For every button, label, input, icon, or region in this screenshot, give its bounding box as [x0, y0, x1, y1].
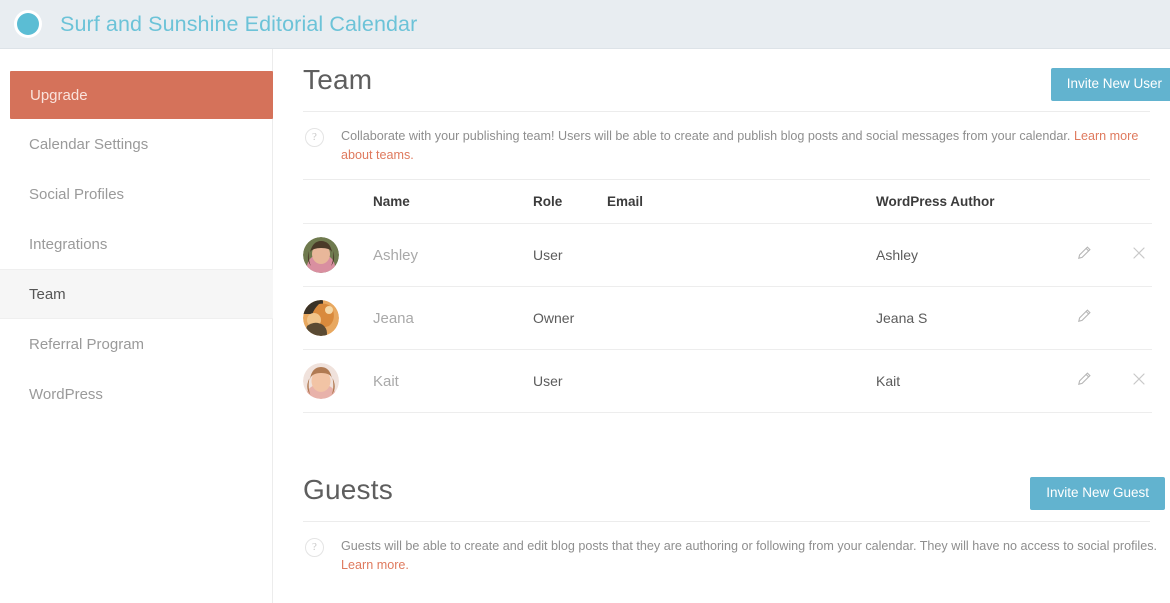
invite-new-guest-button[interactable]: Invite New Guest [1030, 477, 1165, 510]
sidebar-item-team[interactable]: Team [0, 269, 273, 319]
guests-section: Guests Invite New Guest ? Guests will be… [303, 459, 1170, 589]
table-row: Kait User Kait [303, 350, 1152, 413]
page-title: Surf and Sunshine Editorial Calendar [60, 11, 418, 36]
avatar [303, 237, 339, 273]
table-header-row: Name Role Email WordPress Author [303, 180, 1152, 224]
team-note-text: Collaborate with your publishing team! U… [341, 127, 1163, 165]
column-header-email: Email [607, 194, 644, 209]
avatar-cell [303, 300, 373, 336]
main-content: Team Invite New User ? Collaborate with … [273, 49, 1170, 603]
guests-section-header: Guests Invite New Guest [303, 459, 1170, 521]
close-x-icon[interactable] [1131, 371, 1147, 387]
guests-note-text: Guests will be able to create and edit b… [341, 537, 1163, 575]
sidebar-item-label: Integrations [29, 235, 108, 253]
circle-logo-icon [17, 13, 39, 35]
avatar [303, 363, 339, 399]
sidebar-item-label: Calendar Settings [29, 135, 149, 153]
sidebar-item-label: Upgrade [30, 86, 88, 104]
column-header-role: Role [533, 194, 563, 209]
sidebar-nav: Upgrade Calendar Settings Social Profile… [0, 49, 273, 603]
learn-more-link[interactable]: Learn more. [341, 558, 409, 572]
cell-name: Ashley [373, 246, 419, 264]
edit-cell [1056, 245, 1111, 266]
cell-role: User [533, 373, 563, 389]
sidebar-item-wordpress[interactable]: WordPress [0, 369, 272, 419]
app-header: Surf and Sunshine Editorial Calendar [0, 0, 1170, 49]
pencil-edit-icon[interactable] [1076, 371, 1092, 387]
table-row: Ashley User Ashley [303, 224, 1152, 287]
cell-role: User [533, 247, 563, 263]
sidebar-item-calendar-settings[interactable]: Calendar Settings [0, 119, 272, 169]
team-section-header: Team Invite New User [303, 49, 1170, 111]
close-x-icon[interactable] [1131, 245, 1147, 261]
column-header-wordpress-author: WordPress Author [876, 194, 995, 209]
sidebar-item-upgrade[interactable]: Upgrade [10, 71, 273, 119]
team-note-body: Collaborate with your publishing team! U… [341, 129, 1074, 143]
cell-name: Kait [373, 372, 399, 390]
sidebar-item-label: Referral Program [29, 335, 145, 353]
invite-new-user-button[interactable]: Invite New User [1050, 68, 1170, 101]
cell-wordpress-author: Jeana S [876, 310, 928, 326]
cell-wordpress-author: Ashley [876, 247, 919, 263]
sidebar-item-integrations[interactable]: Integrations [0, 219, 272, 269]
avatar-cell [303, 363, 373, 399]
edit-cell [1056, 371, 1111, 392]
delete-cell [1111, 245, 1166, 266]
guests-info-note: ? Guests will be able to create and edit… [303, 522, 1170, 589]
team-title: Team [303, 64, 373, 95]
cell-wordpress-author: Kait [876, 373, 901, 389]
guests-title: Guests [303, 474, 393, 505]
question-mark-icon: ? [305, 128, 324, 147]
cell-role: Owner [533, 310, 575, 326]
delete-cell [1111, 371, 1166, 392]
question-mark-icon: ? [305, 538, 324, 557]
sidebar-item-referral-program[interactable]: Referral Program [0, 319, 272, 369]
sidebar-item-label: WordPress [29, 385, 103, 403]
column-header-name: Name [373, 194, 410, 209]
sidebar-item-label: Team [29, 285, 66, 303]
team-info-note: ? Collaborate with your publishing team!… [303, 112, 1170, 179]
table-row: Jeana Owner Jeana S [303, 287, 1152, 350]
pencil-edit-icon[interactable] [1076, 245, 1092, 261]
sidebar-item-social-profiles[interactable]: Social Profiles [0, 169, 272, 219]
edit-cell [1056, 308, 1111, 329]
avatar-cell [303, 237, 373, 273]
avatar [303, 300, 339, 336]
sidebar-item-label: Social Profiles [29, 185, 125, 203]
pencil-edit-icon[interactable] [1076, 308, 1092, 324]
team-table: Name Role Email WordPress Author Ashley … [303, 180, 1152, 413]
app-root: Surf and Sunshine Editorial Calendar Upg… [0, 0, 1170, 603]
cell-name: Jeana [373, 309, 414, 327]
guests-note-body: Guests will be able to create and edit b… [341, 539, 1158, 553]
